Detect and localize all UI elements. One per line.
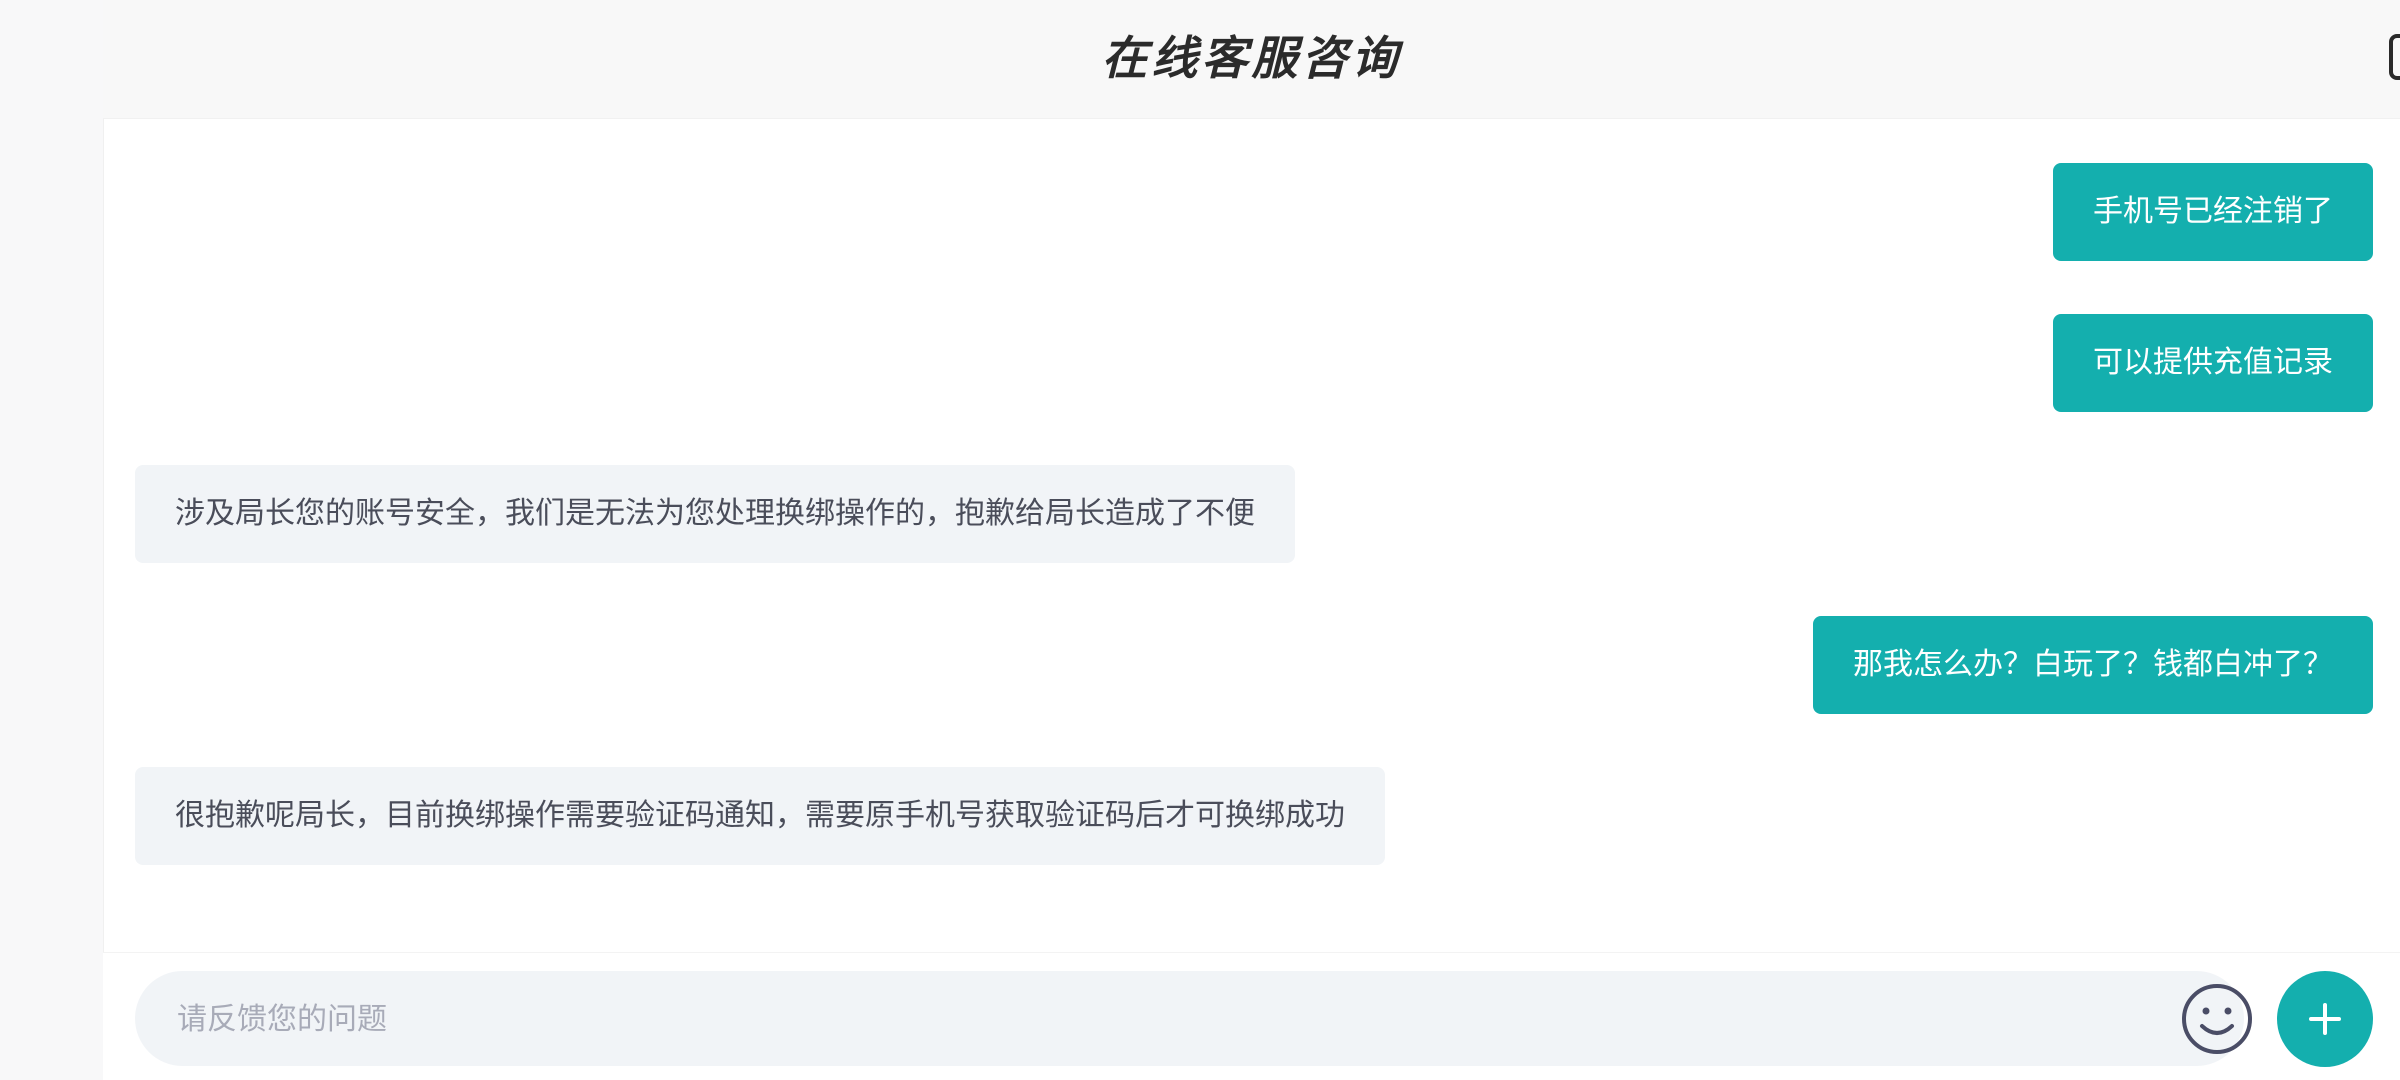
logout-icon xyxy=(2389,34,2400,80)
message-bubble-user: 可以提供充值记录 xyxy=(2053,314,2373,412)
message-input-wrapper xyxy=(135,971,2252,1068)
left-sidebar-strip xyxy=(0,0,104,1080)
emoji-smile-icon xyxy=(2182,984,2252,1054)
message-bubble-agent: 涉及局长您的账号安全，我们是无法为您处理换绑操作的，抱歉给局长造成了不便 xyxy=(135,465,1295,563)
chat-app: 在线客服咨询 手机号已经注销了 可以提供充值记录 涉及局长您的账号安全，我们是无… xyxy=(0,0,2400,1080)
emoji-button[interactable] xyxy=(2180,982,2254,1056)
message-input[interactable] xyxy=(175,971,2159,1068)
page-title: 在线客服咨询 xyxy=(1101,31,1402,85)
logout-button[interactable] xyxy=(2385,28,2400,86)
message-list[interactable]: 手机号已经注销了 可以提供充值记录 涉及局长您的账号安全，我们是无法为您处理换绑… xyxy=(103,118,2400,952)
add-button[interactable] xyxy=(2277,971,2373,1067)
composer-bar xyxy=(103,952,2400,1080)
message-bubble-user: 手机号已经注销了 xyxy=(2053,163,2373,261)
message-bubble-user: 那我怎么办？白玩了？钱都白冲了？ xyxy=(1813,616,2373,714)
plus-icon xyxy=(2309,1003,2341,1035)
message-bubble-agent: 很抱歉呢局长，目前换绑操作需要验证码通知，需要原手机号获取验证码后才可换绑成功 xyxy=(135,767,1385,865)
header-bar: 在线客服咨询 xyxy=(103,0,2400,119)
